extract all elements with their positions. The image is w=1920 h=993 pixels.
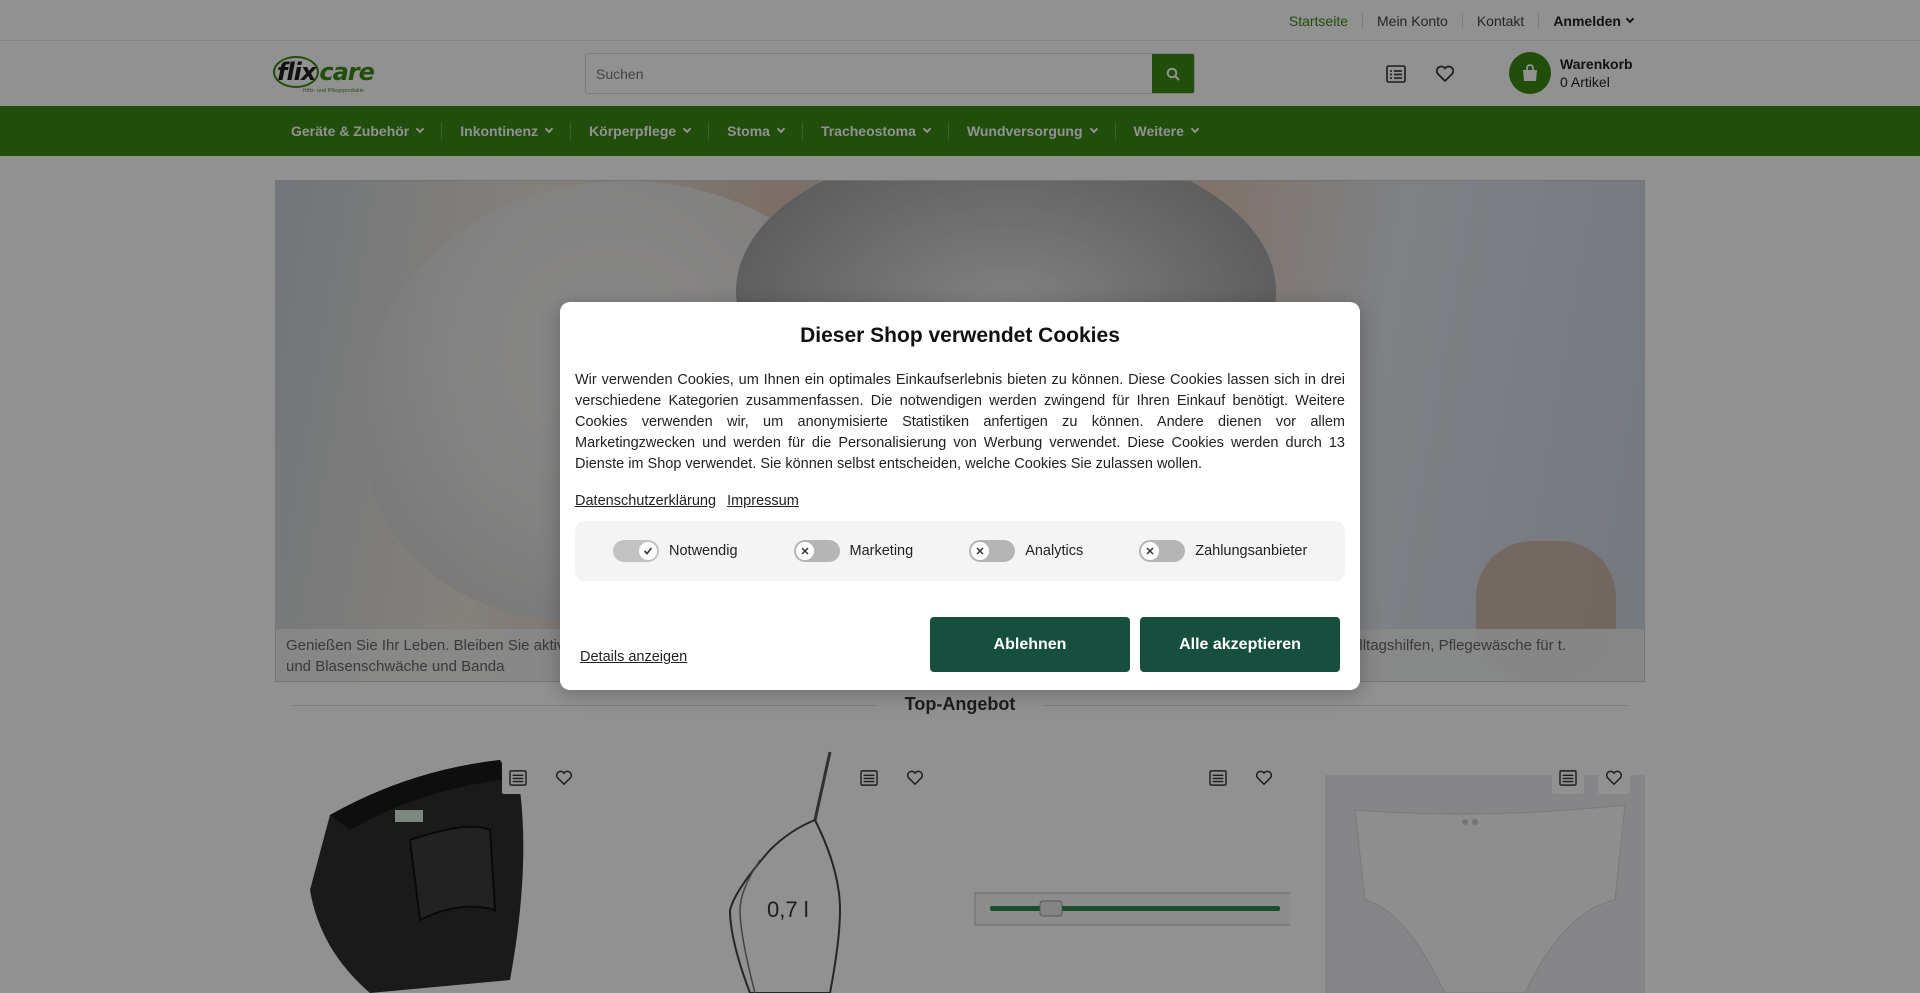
- cookie-dialog-actions: Details anzeigen Ablehnen Alle akzeptier…: [575, 615, 1345, 672]
- imprint-link[interactable]: Impressum: [727, 493, 799, 509]
- toggle-label: Zahlungsanbieter: [1195, 543, 1308, 559]
- close-icon: [971, 542, 990, 560]
- show-details-link[interactable]: Details anzeigen: [580, 649, 687, 665]
- toggle-marketing[interactable]: Marketing: [793, 540, 914, 562]
- toggle-switch-off[interactable]: [969, 540, 1016, 562]
- toggle-label: Analytics: [1025, 543, 1084, 559]
- toggle-label: Marketing: [849, 543, 914, 559]
- accept-all-button[interactable]: Alle akzeptieren: [1140, 617, 1340, 672]
- toggle-switch-off[interactable]: [1139, 540, 1186, 562]
- close-icon: [795, 542, 814, 560]
- toggle-notwendig[interactable]: Notwendig: [613, 540, 738, 562]
- reject-button[interactable]: Ablehnen: [930, 617, 1130, 672]
- cookie-consent-dialog: Dieser Shop verwendet Cookies Wir verwen…: [560, 302, 1360, 690]
- toggle-switch-off[interactable]: [793, 540, 840, 562]
- cookie-dialog-title: Dieser Shop verwendet Cookies: [800, 324, 1120, 347]
- toggle-analytics[interactable]: Analytics: [969, 540, 1083, 562]
- toggle-zahlungsanbieter[interactable]: Zahlungsanbieter: [1139, 540, 1307, 562]
- toggle-switch-on[interactable]: [613, 540, 659, 562]
- cookie-dialog-links: Datenschutzerklärung Impressum: [575, 493, 1345, 509]
- toggle-label: Notwendig: [669, 543, 738, 559]
- cookie-dialog-text: Wir verwenden Cookies, um Ihnen ein opti…: [575, 372, 1345, 472]
- cookie-category-toggles: Notwendig Marketing Analytics Zahlungsan…: [575, 521, 1345, 581]
- privacy-policy-link[interactable]: Datenschutzerklärung: [575, 493, 716, 509]
- check-icon: [639, 542, 657, 560]
- close-icon: [1141, 542, 1160, 560]
